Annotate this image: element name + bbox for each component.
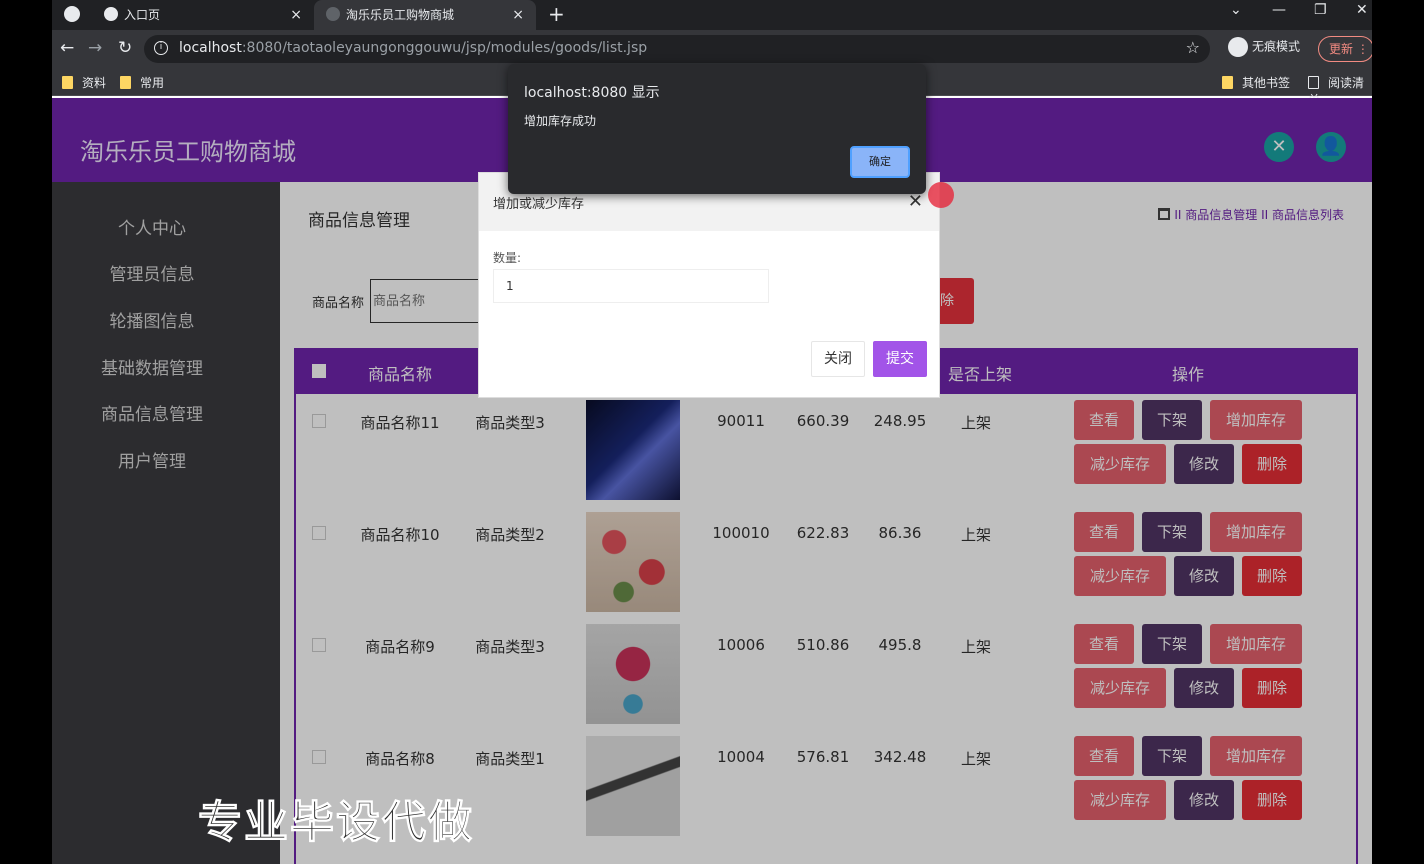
alert-message: 增加库存成功 [524, 114, 597, 128]
globe-icon [64, 6, 80, 22]
close-icon[interactable]: ✕ [908, 191, 923, 212]
close-tab-icon[interactable]: × [290, 1, 302, 29]
submit-button[interactable]: 提交 [873, 341, 927, 377]
dialog-title: 增加或减少库存 [493, 197, 585, 212]
globe-icon [104, 7, 118, 21]
stock-dialog: 增加或减少库存 ✕ 数量: 关闭 提交 [478, 172, 940, 398]
folder-icon [1222, 76, 1233, 89]
tab-title: 入口页 [124, 8, 161, 22]
new-tab-button[interactable]: + [548, 1, 565, 27]
restore-button[interactable]: ❐ [1314, 2, 1327, 18]
browser-window: 入口页 × 淘乐乐员工购物商城 × + ⌄ — ❐ ✕ ← → ↻ i loca… [52, 0, 1372, 864]
web-page: 淘乐乐员工购物商城 ✕ 👤 个人中心 管理员信息 轮播图信息 基础数据管理 商品… [52, 98, 1372, 864]
click-indicator [928, 182, 954, 208]
info-icon[interactable]: i [154, 41, 168, 55]
tab-entry[interactable]: 入口页 × [92, 0, 314, 30]
folder-icon [62, 76, 73, 89]
close-button[interactable]: 关闭 [811, 341, 865, 377]
loading-icon [326, 7, 340, 21]
tab-shop[interactable]: 淘乐乐员工购物商城 × [314, 0, 536, 30]
incognito-icon [1228, 37, 1248, 57]
tab-bar: 入口页 × 淘乐乐员工购物商城 × + ⌄ — ❐ ✕ [52, 0, 1372, 30]
reload-button[interactable]: ↻ [118, 38, 132, 58]
screen-frame: 入口页 × 淘乐乐员工购物商城 × + ⌄ — ❐ ✕ ← → ↻ i loca… [0, 0, 1424, 864]
update-button[interactable]: 更新 ⋮ [1318, 36, 1372, 62]
forward-button[interactable]: → [88, 38, 102, 58]
back-button[interactable]: ← [60, 38, 74, 58]
close-window-button[interactable]: ✕ [1356, 2, 1368, 18]
address-bar[interactable]: i localhost:8080/taotaoleyaungonggouwu/j… [144, 35, 1210, 63]
alert-title: localhost:8080 显示 [524, 85, 660, 101]
folder-icon [120, 76, 131, 89]
watermark-text: 专业毕设代做 [198, 797, 474, 849]
alert-dialog: localhost:8080 显示 增加库存成功 确定 [508, 64, 926, 194]
tab-title: 淘乐乐员工购物商城 [346, 8, 455, 22]
bookmark-folder[interactable]: 资料 [62, 74, 106, 91]
url-text: localhost:8080/taotaoleyaungonggouwu/jsp… [179, 40, 648, 56]
ok-button[interactable]: 确定 [850, 146, 910, 178]
incognito-indicator[interactable]: 无痕模式 [1228, 37, 1300, 57]
toolbar: ← → ↻ i localhost:8080/taotaoleyaungongg… [52, 30, 1372, 68]
quantity-input[interactable] [493, 269, 769, 303]
minimize-button[interactable]: — [1272, 2, 1286, 18]
reading-list-icon [1308, 76, 1319, 89]
bookmark-folder[interactable]: 常用 [120, 74, 164, 91]
quantity-label: 数量: [493, 251, 522, 265]
bookmark-star-icon[interactable]: ☆ [1186, 38, 1200, 57]
other-bookmarks[interactable]: 其他书签 [1222, 74, 1290, 91]
tab-search-icon[interactable]: ⌄ [1230, 2, 1242, 18]
close-tab-icon[interactable]: × [512, 1, 524, 29]
